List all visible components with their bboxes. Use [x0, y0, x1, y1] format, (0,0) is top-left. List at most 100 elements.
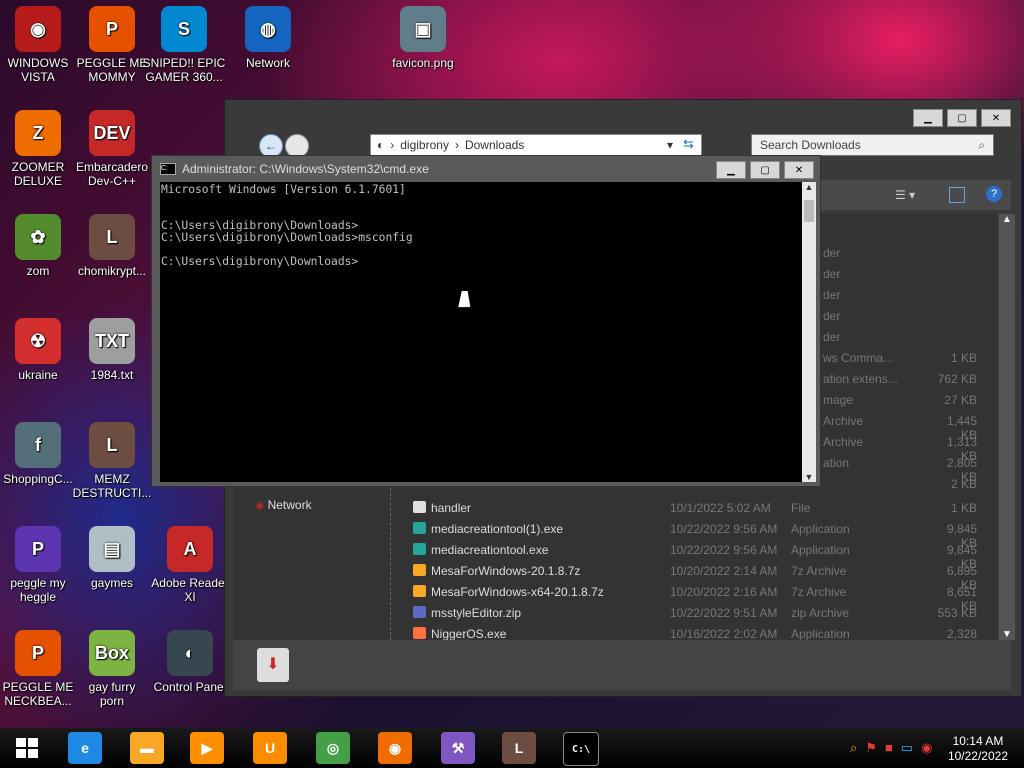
- desktop-icon-label: SNIPED!! EPIC GAMER 360...: [142, 56, 226, 84]
- file-type: Application: [791, 627, 850, 640]
- table-row[interactable]: mediacreationtool(1).exe 10/22/2022 9:56 …: [233, 518, 997, 550]
- address-bar[interactable]: ◐ › digibrony › Downloads ▾: [370, 134, 702, 156]
- refresh-icon[interactable]: ⇆: [683, 136, 701, 154]
- close-button[interactable]: ✕: [981, 109, 1011, 127]
- desktop-icon-label: ZOOMER DELUXE: [11, 160, 65, 188]
- desktop-icon-label: MEMZ DESTRUCTI...: [72, 472, 152, 500]
- desktop-icon[interactable]: DEV Embarcadero Dev-C++: [70, 110, 154, 188]
- desktop-icon-label: PEGGLE ME NECKBEA...: [2, 680, 74, 708]
- table-row[interactable]: MesaForWindows-x64-20.1.8.7z 10/20/2022 2…: [233, 581, 997, 613]
- taskbar-firefox-icon[interactable]: ◉: [378, 732, 412, 764]
- file-name: MesaForWindows-x64-20.1.8.7z: [431, 585, 604, 599]
- preview-pane-icon[interactable]: [949, 187, 965, 203]
- volume-icon[interactable]: ◉: [921, 740, 932, 756]
- desktop-icon[interactable]: Z ZOOMER DELUXE: [0, 110, 80, 188]
- scroll-down-icon[interactable]: ▼: [802, 472, 816, 482]
- view-options-icon[interactable]: ☰ ▾: [895, 188, 915, 202]
- desktop-icon[interactable]: ◐ Control Panel: [148, 630, 232, 694]
- scroll-thumb[interactable]: [804, 200, 814, 222]
- file-type: File: [791, 501, 811, 515]
- desktop-icon[interactable]: ✿ zom: [0, 214, 80, 278]
- file-date: 10/22/2022 9:56 AM: [670, 543, 778, 557]
- search-tray-icon[interactable]: ⌕: [850, 740, 857, 756]
- taskbar-lnk-app-icon[interactable]: L: [502, 732, 536, 764]
- file-type: der: [823, 330, 841, 344]
- minimize-button[interactable]: ▁: [913, 109, 943, 127]
- desktop-icon[interactable]: A Adobe Reader XI: [148, 526, 232, 604]
- desktop-app-icon: ☢: [15, 318, 61, 364]
- file-size: 2,328 KB: [946, 627, 977, 640]
- desktop-icon[interactable]: f ShoppingC...: [0, 422, 80, 486]
- desktop-icon[interactable]: ▤ gaymes: [70, 526, 154, 590]
- help-icon[interactable]: ?: [986, 186, 1002, 202]
- folder-icon: ◐: [377, 138, 385, 152]
- file-icon: [413, 606, 426, 618]
- desktop-icon[interactable]: P PEGGLE ME NECKBEA...: [0, 630, 80, 708]
- scroll-up-icon[interactable]: ▲: [802, 182, 816, 192]
- file-icon: [413, 564, 426, 576]
- scroll-down-icon[interactable]: ▼: [999, 629, 1015, 640]
- file-type: Application: [791, 543, 850, 557]
- taskbar-file-explorer-icon[interactable]: ▬: [130, 732, 164, 764]
- desktop-app-icon: ◐: [167, 630, 213, 676]
- desktop-icon[interactable]: TXT 1984.txt: [70, 318, 154, 382]
- maximize-button[interactable]: ▢: [947, 109, 977, 127]
- table-row[interactable]: MesaForWindows-20.1.8.7z 10/20/2022 2:14 …: [233, 560, 997, 592]
- file-type: 7z Archive: [791, 585, 847, 599]
- file-size: 27 KB: [944, 393, 977, 407]
- search-icon[interactable]: ⌕: [978, 138, 985, 153]
- desktop-app-icon: L: [89, 422, 135, 468]
- desktop-icon[interactable]: ▣ favicon.png: [381, 6, 465, 70]
- file-type: zip Archive: [791, 606, 850, 620]
- notification-icon[interactable]: ■: [885, 740, 893, 756]
- file-icon: [413, 501, 426, 513]
- desktop-app-icon: TXT: [89, 318, 135, 364]
- desktop-icon[interactable]: Ppeggle my heggle: [0, 526, 80, 604]
- file-type: der: [823, 309, 841, 323]
- breadcrumb-chevron-icon: ›: [390, 138, 395, 152]
- file-type: 7z Archive: [791, 564, 847, 578]
- desktop-icon[interactable]: Box gay furry porn: [70, 630, 154, 708]
- taskbar-cmd-icon[interactable]: C:\: [563, 732, 599, 766]
- desktop-icon[interactable]: ☢ ukraine: [0, 318, 80, 382]
- taskbar-chrome-icon[interactable]: ◎: [316, 732, 350, 764]
- table-row[interactable]: msstyleEditor.zip 10/22/2022 9:51 AM zip A…: [233, 602, 997, 623]
- cmd-console-output[interactable]: Microsoft Windows [Version 6.1.7601] C:\…: [160, 182, 802, 482]
- flag-icon[interactable]: ⚑: [865, 740, 877, 756]
- close-button[interactable]: ✕: [784, 161, 814, 179]
- taskbar-uc-browser-icon[interactable]: U: [253, 732, 287, 764]
- taskbar-media-player-icon[interactable]: ▶: [190, 732, 224, 764]
- file-type: ation extens...: [823, 372, 898, 386]
- desktop-icon-label: Control Panel: [153, 680, 227, 694]
- clock[interactable]: 10:14 AM 10/22/2022: [948, 734, 1008, 764]
- scroll-up-icon[interactable]: ▲: [999, 214, 1015, 225]
- desktop-app-icon: Box: [89, 630, 135, 676]
- monitor-icon[interactable]: ▭: [901, 740, 913, 756]
- desktop-icon[interactable]: ◉ WINDOWS VISTA: [0, 6, 80, 84]
- table-row[interactable]: mediacreationtool.exe 10/22/2022 9:56 AM A…: [233, 539, 997, 571]
- desktop-icon[interactable]: S SNIPED!! EPIC GAMER 360...: [142, 6, 226, 84]
- chevron-down-icon[interactable]: ▾: [667, 138, 673, 152]
- vertical-scrollbar[interactable]: ▲ ▼: [999, 214, 1015, 640]
- maximize-button[interactable]: ▢: [750, 161, 780, 179]
- desktop-icon[interactable]: L MEMZ DESTRUCTI...: [70, 422, 154, 500]
- desktop-icon[interactable]: ◍ Network: [226, 6, 310, 70]
- desktop-icon-label: ukraine: [18, 368, 58, 382]
- desktop-icon-label: chomikrypt...: [77, 264, 146, 278]
- taskbar-internet-explorer-icon[interactable]: e: [68, 732, 102, 764]
- breadcrumb-item[interactable]: Downloads: [465, 138, 524, 152]
- cmd-vertical-scrollbar[interactable]: ▲ ▼: [802, 182, 816, 482]
- search-input[interactable]: Search Downloads ⌕: [751, 134, 994, 156]
- table-row[interactable]: handler 10/1/2022 5:02 AM File 1 KB: [233, 497, 997, 518]
- desktop-app-icon: DEV: [89, 110, 135, 156]
- desktop-app-icon: ▤: [89, 526, 135, 572]
- minimize-button[interactable]: ▁: [716, 161, 746, 179]
- file-size: 1 KB: [950, 351, 977, 365]
- desktop-icon[interactable]: Lchomikrypt...: [70, 214, 154, 278]
- taskbar-visual-studio-icon[interactable]: ⚒: [441, 732, 475, 764]
- file-name: NiggerOS.exe: [431, 627, 507, 640]
- start-button[interactable]: [16, 738, 38, 758]
- breadcrumb-item[interactable]: digibrony: [400, 138, 449, 152]
- cmd-window[interactable]: C: Administrator: C:\Windows\System32\cm…: [151, 155, 821, 487]
- table-row[interactable]: NiggerOS.exe 10/16/2022 2:02 AM Applicatio…: [233, 623, 997, 640]
